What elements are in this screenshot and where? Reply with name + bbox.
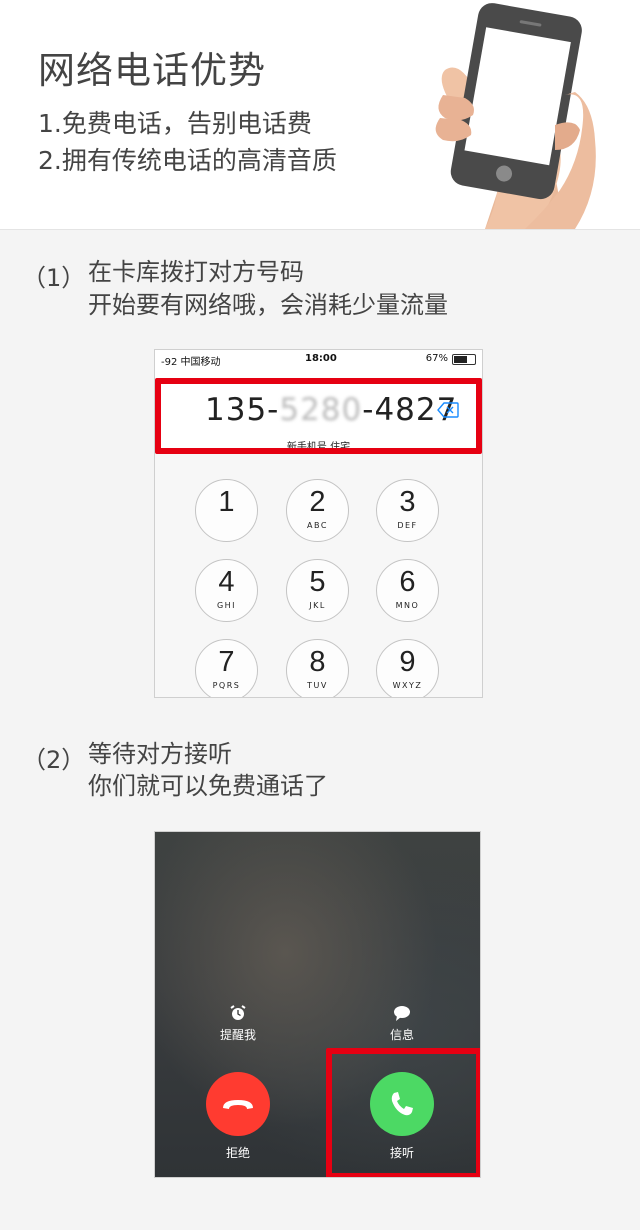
status-time: 18:00 bbox=[305, 353, 337, 364]
keypad-key-3[interactable]: 3 DEF bbox=[376, 479, 439, 542]
decline-button[interactable] bbox=[206, 1072, 270, 1136]
step1-number: （1） bbox=[22, 264, 86, 292]
message-label: 信息 bbox=[389, 1028, 414, 1042]
step1-note: 开始要有网络哦，会消耗少量流量 bbox=[88, 291, 448, 319]
key-letters: WXYZ bbox=[392, 681, 423, 690]
key-digit: 1 bbox=[218, 486, 235, 518]
key-letters: PQRS bbox=[212, 681, 241, 690]
remind-me-option[interactable]: 提醒我 bbox=[198, 1004, 278, 1043]
header-banner: 网络电话优势 1.免费电话，告别电话费 2.拥有传统电话的高清音质 bbox=[0, 0, 640, 230]
keypad-key-8[interactable]: 8 TUV bbox=[286, 639, 349, 697]
keypad-key-2[interactable]: 2 ABC bbox=[286, 479, 349, 542]
keypad-key-4[interactable]: 4 GHI bbox=[195, 559, 258, 622]
key-letters: DEF bbox=[397, 521, 418, 530]
page-title: 网络电话优势 bbox=[38, 49, 266, 92]
battery-icon bbox=[452, 354, 476, 365]
number-highlight-frame bbox=[155, 378, 482, 454]
message-option[interactable]: 信息 bbox=[362, 1004, 442, 1043]
advantage-1: 1.免费电话，告别电话费 bbox=[38, 109, 312, 138]
alarm-clock-icon bbox=[230, 1005, 246, 1020]
step2-number: （2） bbox=[22, 746, 86, 774]
key-digit: 9 bbox=[399, 646, 416, 678]
hand-holding-phone-illustration bbox=[435, 3, 596, 229]
keypad-key-9[interactable]: 9 WXYZ bbox=[376, 639, 439, 697]
key-digit: 3 bbox=[399, 486, 416, 518]
key-digit: 7 bbox=[218, 646, 235, 678]
step2-note: 你们就可以免费通话了 bbox=[88, 772, 328, 800]
carrier-signal: -92 中国移动 bbox=[161, 357, 221, 368]
status-bar: -92 中国移动 18:00 67% bbox=[155, 350, 482, 368]
battery-percent: 67% bbox=[425, 353, 448, 364]
key-letters: GHI bbox=[216, 601, 237, 610]
hang-up-icon bbox=[223, 1100, 253, 1109]
key-letters: MNO bbox=[395, 601, 420, 610]
incoming-call-screenshot: 提醒我 信息 拒绝 接听 bbox=[154, 831, 481, 1178]
message-bubble-icon bbox=[394, 1006, 410, 1021]
key-digit: 4 bbox=[218, 566, 235, 598]
step2-instruction: 等待对方接听 bbox=[88, 740, 232, 768]
remind-me-label: 提醒我 bbox=[219, 1028, 256, 1042]
keypad-key-1[interactable]: 1 bbox=[195, 479, 258, 542]
accept-highlight-frame bbox=[326, 1048, 480, 1177]
keypad-key-6[interactable]: 6 MNO bbox=[376, 559, 439, 622]
advantage-2: 2.拥有传统电话的高清音质 bbox=[38, 146, 337, 175]
step1-instruction: 在卡库拨打对方号码 bbox=[88, 258, 304, 286]
keypad-key-7[interactable]: 7 PQRS bbox=[195, 639, 258, 697]
key-digit: 8 bbox=[309, 646, 326, 678]
keypad-key-5[interactable]: 5 JKL bbox=[286, 559, 349, 622]
dialer-screenshot: -92 中国移动 18:00 67% 135-5280-4827 新手机号 住宅… bbox=[154, 349, 483, 698]
key-letters: JKL bbox=[309, 601, 326, 610]
key-letters: TUV bbox=[307, 681, 328, 690]
decline-label: 拒绝 bbox=[225, 1146, 250, 1160]
key-digit: 6 bbox=[399, 566, 416, 598]
key-digit: 2 bbox=[309, 486, 326, 518]
key-digit: 5 bbox=[309, 566, 326, 598]
key-letters: ABC bbox=[307, 521, 328, 530]
